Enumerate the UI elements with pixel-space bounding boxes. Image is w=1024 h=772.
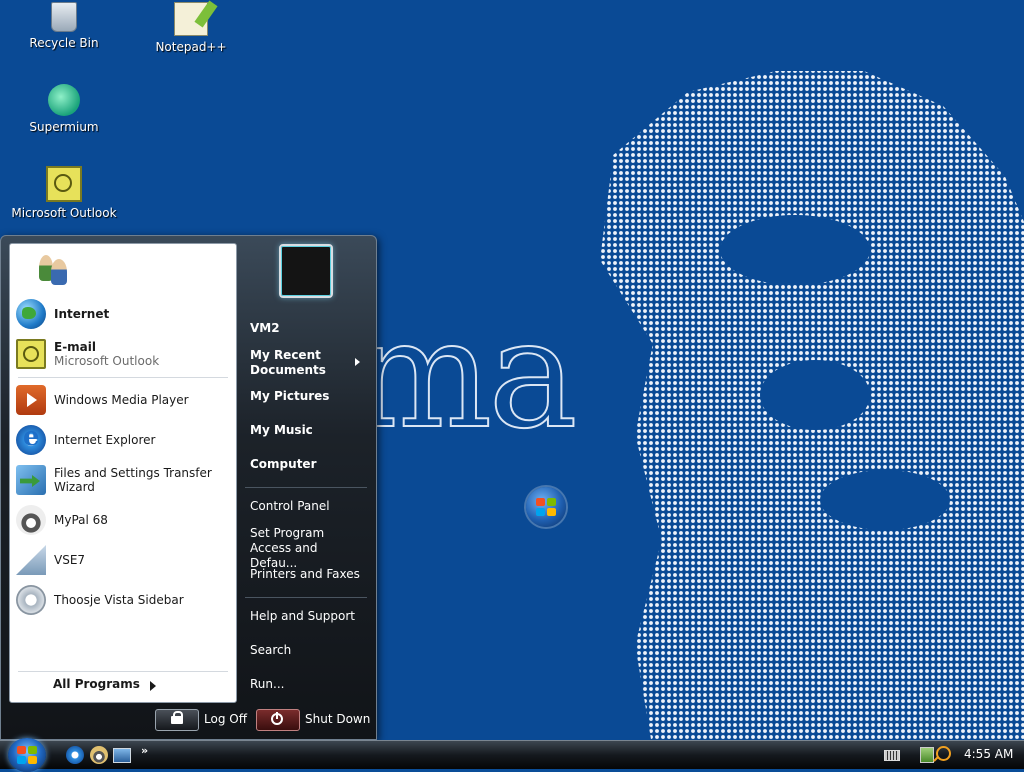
chevron-right-icon bbox=[355, 358, 360, 366]
notepadpp-icon bbox=[174, 2, 208, 36]
supermium-icon bbox=[48, 84, 80, 116]
start-item-label: Internet bbox=[54, 307, 110, 321]
start-right-music[interactable]: My Music bbox=[250, 423, 313, 438]
start-item-label: Windows Media Player bbox=[54, 393, 189, 407]
search-icon[interactable] bbox=[936, 746, 951, 761]
desktop-icon-label: Notepad++ bbox=[155, 40, 227, 54]
all-programs-button[interactable]: All Programs bbox=[53, 677, 140, 691]
user-picture[interactable] bbox=[279, 244, 333, 298]
start-item-windows-media-player[interactable]: Windows Media Player bbox=[16, 382, 232, 418]
transfer-wizard-icon bbox=[16, 465, 46, 495]
keyboard-icon[interactable] bbox=[884, 750, 900, 761]
start-item-sublabel: Microsoft Outlook bbox=[54, 354, 160, 368]
start-right-computer[interactable]: Computer bbox=[250, 457, 316, 472]
start-item-label: MyPal 68 bbox=[54, 513, 108, 527]
recycle-bin-icon bbox=[51, 2, 77, 32]
internet-explorer-icon[interactable] bbox=[66, 746, 84, 764]
wallpaper-shadow bbox=[720, 215, 870, 285]
clock[interactable]: 4:55 AM bbox=[964, 747, 1013, 761]
start-menu-programs-pane: Internet E-mail Microsoft Outlook Window… bbox=[9, 243, 237, 703]
outlook-icon bbox=[46, 166, 82, 202]
network-icon[interactable] bbox=[920, 747, 934, 763]
start-right-search[interactable]: Search bbox=[250, 643, 291, 658]
start-item-internet[interactable]: Internet bbox=[16, 296, 232, 332]
windows-logo-icon bbox=[17, 746, 37, 764]
desktop-icon-recycle-bin[interactable]: Recycle Bin bbox=[9, 2, 119, 50]
divider bbox=[18, 671, 228, 672]
start-item-label: Files and Settings Transfer Wizard bbox=[54, 466, 212, 494]
email-icon bbox=[16, 339, 46, 369]
start-right-user[interactable]: VM2 bbox=[250, 321, 280, 336]
users-icon bbox=[37, 253, 71, 285]
start-item-label: Internet Explorer bbox=[54, 433, 156, 447]
wallpaper-shadow bbox=[820, 470, 950, 530]
start-item-email[interactable]: E-mail Microsoft Outlook bbox=[16, 336, 232, 372]
shut-down-label: Shut Down bbox=[305, 712, 371, 726]
media-player-icon bbox=[16, 385, 46, 415]
taskbar: » 4:55 AM bbox=[0, 738, 1024, 772]
mypal-icon bbox=[16, 505, 46, 535]
quick-launch-more-button[interactable]: » bbox=[141, 744, 148, 757]
start-right-run[interactable]: Run... bbox=[250, 677, 284, 692]
divider bbox=[18, 377, 228, 378]
internet-explorer-icon bbox=[16, 422, 46, 455]
windows-logo-icon bbox=[526, 487, 566, 527]
start-right-control-panel[interactable]: Control Panel bbox=[250, 499, 330, 514]
start-item-label: Thoosje Vista Sidebar bbox=[54, 593, 184, 607]
desktop-icon-label: Recycle Bin bbox=[29, 36, 99, 50]
globe-icon bbox=[16, 299, 46, 329]
start-right-help[interactable]: Help and Support bbox=[250, 609, 355, 624]
start-item-transfer-wizard[interactable]: Files and Settings Transfer Wizard bbox=[16, 462, 232, 498]
desktop-icon-supermium[interactable]: Supermium bbox=[9, 84, 119, 134]
desktop-icon-notepadpp[interactable]: Notepad++ bbox=[136, 2, 246, 54]
divider bbox=[245, 487, 367, 488]
start-item-label: VSE7 bbox=[54, 553, 86, 567]
desktop-icon-label: Supermium bbox=[29, 120, 99, 134]
chevron-right-icon bbox=[150, 681, 156, 691]
start-item-internet-explorer[interactable]: Internet Explorer bbox=[16, 422, 232, 458]
wallpaper-shadow bbox=[760, 360, 870, 430]
start-item-mypal[interactable]: MyPal 68 bbox=[16, 502, 232, 538]
start-right-recent-documents[interactable]: My Recent Documents bbox=[250, 348, 340, 378]
system-tray: 4:55 AM bbox=[874, 741, 1024, 769]
start-right-printers[interactable]: Printers and Faxes bbox=[250, 567, 360, 582]
desktop-icon-outlook[interactable]: Microsoft Outlook bbox=[9, 166, 119, 220]
start-right-set-program-access[interactable]: Set Program Access and Defau... bbox=[250, 526, 362, 571]
divider bbox=[245, 597, 367, 598]
shut-down-button[interactable] bbox=[256, 709, 300, 731]
start-right-pictures[interactable]: My Pictures bbox=[250, 389, 329, 404]
wallpaper-text: ma bbox=[349, 288, 579, 462]
start-menu: Internet E-mail Microsoft Outlook Window… bbox=[0, 235, 377, 740]
start-item-label: E-mail bbox=[54, 340, 97, 354]
start-item-vse7[interactable]: VSE7 bbox=[16, 542, 232, 578]
show-desktop-icon[interactable] bbox=[113, 748, 131, 763]
log-off-button[interactable] bbox=[155, 709, 199, 731]
log-off-label: Log Off bbox=[204, 712, 247, 726]
power-icon bbox=[271, 712, 283, 725]
vse7-icon bbox=[16, 545, 46, 575]
desktop-icon-label: Microsoft Outlook bbox=[11, 206, 117, 220]
start-button[interactable] bbox=[8, 738, 46, 772]
start-item-vista-sidebar[interactable]: Thoosje Vista Sidebar bbox=[16, 582, 232, 618]
lock-icon bbox=[171, 711, 183, 724]
gear-icon bbox=[16, 585, 46, 615]
mypal-icon[interactable] bbox=[90, 746, 108, 764]
